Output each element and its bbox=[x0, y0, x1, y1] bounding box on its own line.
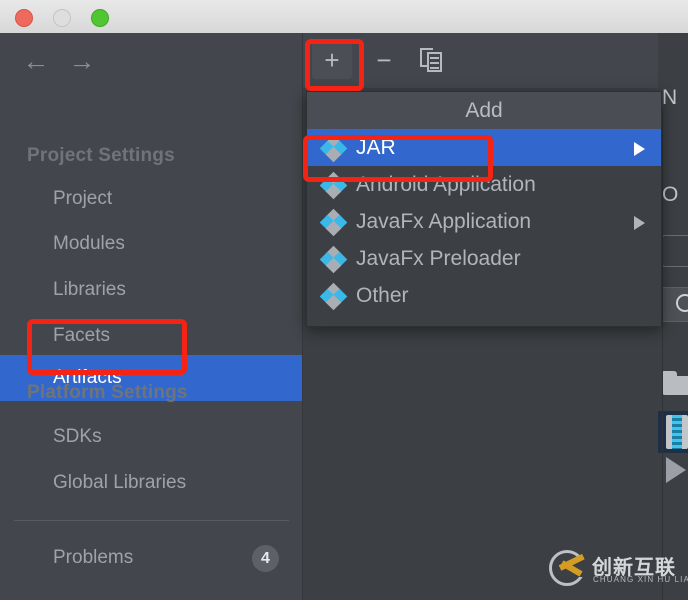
section-heading-platform-settings: Platform Settings bbox=[27, 382, 188, 403]
sidebar-item-facets[interactable]: Facets bbox=[0, 317, 303, 355]
menu-item-jar-label: JAR bbox=[356, 136, 396, 159]
artifacts-toolbar: + − bbox=[303, 33, 688, 89]
artifact-diamond-icon bbox=[319, 171, 348, 200]
navigation-arrows: ← → bbox=[0, 33, 303, 89]
sidebar-item-libraries[interactable]: Libraries bbox=[0, 271, 303, 309]
artifact-diamond-icon bbox=[319, 282, 348, 311]
sidebar-item-modules[interactable]: Modules bbox=[0, 225, 303, 263]
circle-icon bbox=[676, 294, 688, 312]
menu-item-javafx-preloader[interactable]: JavaFx Preloader bbox=[307, 240, 661, 277]
sidebar-item-sdks[interactable]: SDKs bbox=[0, 418, 303, 456]
title-bar bbox=[0, 0, 688, 34]
copy-icon bbox=[420, 48, 446, 74]
submenu-chevron-right-icon bbox=[634, 216, 645, 230]
submenu-chevron-right-icon bbox=[634, 142, 645, 156]
artifact-diamond-icon bbox=[319, 208, 348, 237]
add-artifact-button[interactable]: + bbox=[312, 41, 352, 79]
menu-item-android-application[interactable]: Android Application bbox=[307, 166, 661, 203]
menu-item-javafx-application[interactable]: JavaFx Application bbox=[307, 203, 661, 240]
remove-artifact-button[interactable]: − bbox=[364, 41, 404, 79]
section-heading-project-settings: Project Settings bbox=[27, 145, 175, 166]
menu-item-android-application-label: Android Application bbox=[356, 173, 536, 196]
menu-item-other[interactable]: Other bbox=[307, 277, 661, 314]
app-window: ← → Project Settings Project Modules Lib… bbox=[0, 0, 688, 600]
add-artifact-menu: Add JAR Android Application JavaFx Appli… bbox=[306, 91, 662, 327]
right-strip-divider bbox=[662, 110, 663, 600]
sidebar-divider bbox=[14, 520, 289, 521]
forward-arrow-icon[interactable]: → bbox=[60, 47, 104, 75]
back-arrow-icon[interactable]: ← bbox=[14, 47, 58, 75]
watermark-pinyin-text: CHUANG XIN HU LIAN bbox=[593, 575, 688, 584]
settings-sidebar: ← → Project Settings Project Modules Lib… bbox=[0, 33, 303, 600]
copy-artifact-button[interactable] bbox=[416, 45, 450, 77]
watermark: 创新互联 CHUANG XIN HU LIAN bbox=[549, 548, 688, 588]
sidebar-item-problems[interactable]: Problems 4 bbox=[0, 538, 303, 578]
problems-label: Problems bbox=[53, 547, 134, 568]
minimize-window-button[interactable] bbox=[53, 9, 71, 27]
close-window-button[interactable] bbox=[15, 9, 33, 27]
sidebar-item-global-libraries[interactable]: Global Libraries bbox=[0, 464, 303, 502]
output-directory-label: O bbox=[662, 183, 679, 206]
watermark-logo-icon bbox=[549, 550, 588, 586]
sidebar-item-project[interactable]: Project bbox=[0, 180, 303, 218]
play-triangle-icon[interactable] bbox=[666, 457, 686, 483]
problems-count-badge: 4 bbox=[252, 545, 279, 572]
menu-item-javafx-application-label: JavaFx Application bbox=[356, 210, 532, 233]
folder-icon[interactable] bbox=[662, 371, 688, 395]
menu-item-javafx-preloader-label: JavaFx Preloader bbox=[356, 247, 521, 270]
jar-archive-icon bbox=[666, 415, 688, 449]
name-field-label: N bbox=[662, 86, 678, 109]
maximize-window-button[interactable] bbox=[91, 9, 109, 27]
add-menu-title: Add bbox=[307, 92, 661, 129]
artifact-diamond-icon bbox=[319, 134, 348, 163]
output-path-field[interactable] bbox=[662, 235, 688, 267]
menu-item-other-label: Other bbox=[356, 284, 409, 307]
artifact-diamond-icon bbox=[319, 245, 348, 274]
menu-item-jar[interactable]: JAR bbox=[307, 129, 661, 166]
